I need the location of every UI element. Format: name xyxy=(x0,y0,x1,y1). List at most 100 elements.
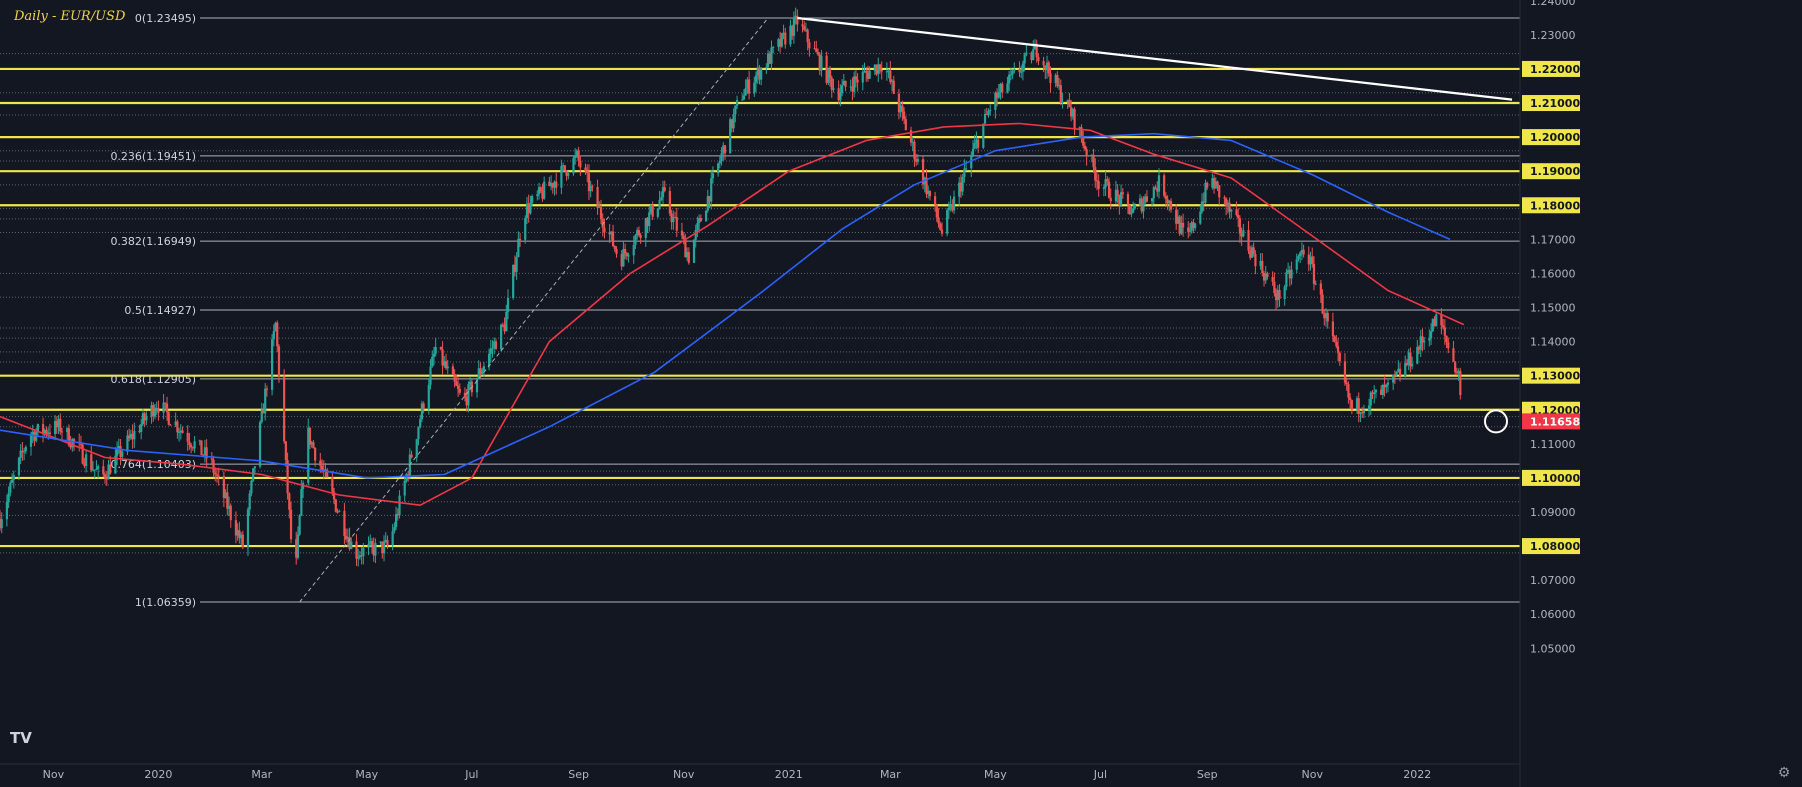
candle-body xyxy=(1302,249,1305,255)
candle-body xyxy=(760,68,763,80)
candle-body xyxy=(627,255,630,257)
candle-body xyxy=(933,196,937,205)
candle-body xyxy=(815,48,818,53)
candle-body xyxy=(0,519,3,529)
candle-body xyxy=(1150,198,1154,202)
candle-body xyxy=(940,229,944,234)
candle-body xyxy=(536,194,539,196)
candle-body xyxy=(634,235,637,245)
candle-body xyxy=(1020,71,1023,73)
candle-body xyxy=(177,432,181,434)
candle-body xyxy=(963,168,966,177)
candle-body xyxy=(1042,61,1045,66)
level-tag-label: 1.19000 xyxy=(1530,165,1580,178)
candle-body xyxy=(660,197,663,201)
candle-body xyxy=(176,421,179,433)
candle-body xyxy=(489,348,492,354)
candle-body xyxy=(1374,389,1378,393)
time-tick-label: 2020 xyxy=(144,768,172,781)
candle-body xyxy=(1331,321,1335,337)
candle-body xyxy=(1068,99,1071,108)
candle-body xyxy=(140,424,143,432)
candle-body xyxy=(362,547,365,557)
candle-body xyxy=(250,480,253,494)
candle-body xyxy=(9,482,12,493)
fib-level-label: 0.382(1.16949) xyxy=(110,235,196,248)
candle-body xyxy=(12,475,15,480)
candle-body xyxy=(95,468,98,470)
tradingview-logo[interactable]: TV xyxy=(10,728,36,746)
candle-body xyxy=(704,210,708,222)
candle-body xyxy=(1011,70,1014,75)
candle-body xyxy=(579,160,582,168)
candle-body xyxy=(586,171,589,174)
candle-body xyxy=(699,218,702,222)
candle-body xyxy=(780,33,783,47)
time-tick-label: Sep xyxy=(1197,768,1218,781)
candle-body xyxy=(663,187,666,191)
candle-body xyxy=(1369,392,1372,406)
candle-body xyxy=(868,70,871,79)
candle-body xyxy=(997,92,1000,98)
candle-body xyxy=(1142,202,1145,212)
candle-body xyxy=(312,442,315,449)
candle-body xyxy=(1252,247,1255,255)
candle-body xyxy=(188,441,191,445)
price-tick-label: 1.24000 xyxy=(1530,0,1576,8)
candle-body xyxy=(265,388,269,390)
candle-body xyxy=(90,454,93,471)
candle-body xyxy=(1188,230,1192,232)
candle-body xyxy=(481,370,484,374)
candle-body xyxy=(48,432,52,435)
candle-body xyxy=(434,346,437,354)
candle-body xyxy=(742,95,746,100)
candle-body xyxy=(506,298,510,312)
candle-body xyxy=(116,449,119,456)
level-tag-label: 1.10000 xyxy=(1530,472,1580,485)
candle-body xyxy=(574,155,577,159)
candle-body xyxy=(555,181,558,188)
candle-body xyxy=(1395,371,1398,375)
candle-body xyxy=(816,52,820,55)
candle-body xyxy=(446,366,449,369)
candle-body xyxy=(1049,73,1052,84)
candle-body xyxy=(1235,209,1238,215)
fib-level-label: 0.5(1.14927) xyxy=(124,304,196,317)
candle-body xyxy=(1132,208,1135,213)
candle-body xyxy=(935,204,938,218)
candle-body xyxy=(1216,181,1219,186)
candle-body xyxy=(723,145,727,154)
candle-body xyxy=(455,381,458,386)
candle-body xyxy=(7,492,10,502)
candle-body xyxy=(744,88,747,96)
candle-body xyxy=(1181,222,1185,228)
candle-body xyxy=(246,509,250,548)
candle-body xyxy=(1312,263,1316,284)
candle-body xyxy=(964,168,968,170)
candle-body xyxy=(1398,368,1402,377)
gear-icon[interactable]: ⚙ xyxy=(1776,765,1792,781)
candle-body xyxy=(563,165,566,171)
candle-body xyxy=(680,230,684,236)
chart-canvas[interactable]: 0(1.23495) 0.236(1.19451) 0.382(1.16949) 0.… xyxy=(0,0,1802,787)
candle-body xyxy=(720,153,723,161)
candle-body xyxy=(543,181,546,199)
candle-body xyxy=(270,339,274,390)
candle-body xyxy=(613,246,616,250)
candle-body xyxy=(1085,149,1088,157)
candle-body xyxy=(806,29,809,43)
candle-body xyxy=(1106,179,1109,182)
candle-body xyxy=(1343,361,1347,383)
candle-body xyxy=(770,47,773,64)
candle-body xyxy=(494,341,498,350)
candle-body xyxy=(668,190,671,214)
candle-body xyxy=(973,142,976,149)
candle-body xyxy=(429,366,432,385)
candle-body xyxy=(1271,277,1274,282)
candle-body xyxy=(952,196,956,211)
candle-body xyxy=(277,346,281,377)
candle-body xyxy=(734,105,737,115)
candle-body xyxy=(1311,256,1314,264)
candle-body xyxy=(367,544,370,548)
candle-body xyxy=(560,166,563,188)
